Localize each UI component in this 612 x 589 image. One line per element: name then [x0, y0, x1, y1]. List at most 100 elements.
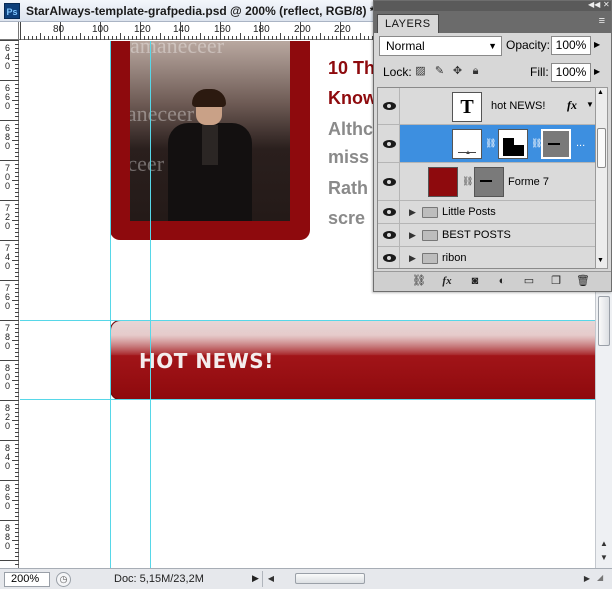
layer-row-selected[interactable]: ▲ ⛓ ⛓ ...	[378, 125, 596, 163]
article-text-line: Rath	[328, 178, 368, 198]
visibility-toggle[interactable]	[378, 125, 400, 162]
ruler-label: 0	[4, 501, 10, 511]
collapse-panel-icon[interactable]: ◀◀	[588, 0, 600, 9]
padlock-icon[interactable]: 🔒︎	[469, 64, 482, 78]
layer-thumbnail: ▲	[452, 129, 482, 159]
visibility-toggle[interactable]	[378, 247, 400, 268]
expand-group-icon[interactable]: ▶	[409, 253, 416, 264]
ruler-label: 120	[134, 24, 151, 35]
ruler-label: 0	[4, 261, 10, 271]
panel-menu-icon[interactable]: ≡	[599, 15, 605, 27]
layer-row-forme-7[interactable]: ⛓ Forme 7	[378, 163, 596, 201]
lock-brush-icon[interactable]: ✎	[433, 64, 446, 78]
article-text-line: scre	[328, 208, 366, 228]
close-panel-icon[interactable]: ✕	[603, 0, 610, 9]
fx-icon[interactable]: fx	[567, 98, 577, 113]
expand-effects-icon[interactable]: ▼	[586, 100, 594, 109]
ruler-label: 0	[4, 341, 10, 351]
expand-group-icon[interactable]: ▶	[409, 230, 416, 241]
link-icon[interactable]: ⛓	[462, 176, 473, 187]
layer-name: Little Posts	[442, 206, 496, 218]
guide-vertical[interactable]	[150, 41, 151, 568]
layer-name: ...	[576, 137, 586, 149]
visibility-toggle[interactable]	[378, 163, 400, 200]
link-icon[interactable]: ⛓	[485, 138, 496, 149]
text-layer-icon: T	[452, 92, 482, 122]
guide-vertical[interactable]	[110, 41, 111, 568]
ruler-label: 0	[4, 101, 10, 111]
layer-name: BEST POSTS	[442, 229, 511, 241]
vertical-ruler[interactable]: 640660680700720740760780800820840860880	[0, 40, 19, 568]
lock-label: Lock:	[383, 65, 412, 79]
fx-icon[interactable]: fx	[440, 275, 454, 288]
guide-horizontal[interactable]	[20, 399, 595, 400]
layer-group-ribon[interactable]: ▶ ribon	[378, 247, 596, 268]
eye-icon	[383, 140, 396, 148]
ruler-label: 0	[4, 541, 10, 551]
horizontal-scrollbar[interactable]: ◀ ▶	[262, 571, 595, 587]
scroll-up-arrow-icon[interactable]: ▲	[598, 538, 610, 550]
layers-panel: ◀◀ ✕ LAYERS ≡ Normal ▼ Opacity: 100% ▶ L…	[373, 0, 612, 292]
vector-mask-thumbnail	[474, 167, 504, 197]
blend-mode-value: Normal	[386, 39, 425, 53]
article-text-line: miss	[328, 147, 370, 167]
visibility-toggle[interactable]	[378, 88, 400, 124]
photo-backdrop-text: amaneceer	[130, 41, 225, 58]
fill-label: Fill:	[530, 65, 549, 79]
fill-field[interactable]: 100%	[551, 63, 591, 82]
expand-group-icon[interactable]: ▶	[409, 207, 416, 218]
document-size-info: Doc: 5,15M/23,2M	[114, 573, 204, 585]
adjustment-icon[interactable]: ◐	[495, 275, 509, 288]
status-menu-arrow-icon[interactable]: ▶	[252, 573, 259, 584]
tab-layers[interactable]: LAYERS	[377, 14, 439, 33]
new-group-icon[interactable]: ▭	[522, 275, 536, 288]
new-layer-icon[interactable]: ❐	[549, 275, 563, 288]
visibility-toggle[interactable]	[378, 201, 400, 223]
status-info-icon[interactable]: ◷	[56, 572, 71, 587]
ruler-origin[interactable]	[0, 22, 19, 40]
ruler-label: 160	[214, 24, 231, 35]
mask-icon[interactable]: ◙	[468, 275, 482, 288]
layers-scroll-thumb[interactable]	[597, 128, 606, 168]
hot-news-label: HOT NEWS!	[139, 349, 274, 373]
vertical-scrollbar[interactable]: ▲ ▼	[595, 290, 612, 568]
ruler-label: 0	[4, 421, 10, 431]
photoshop-app-icon: Ps	[4, 3, 20, 19]
person-shirt	[202, 125, 218, 165]
ruler-label: 0	[4, 221, 10, 231]
opacity-label: Opacity:	[506, 38, 551, 52]
ruler-label: 200	[294, 24, 311, 35]
layers-scrollbar[interactable]: ▲ ▼	[595, 87, 608, 269]
scroll-up-arrow-icon[interactable]: ▲	[597, 89, 604, 96]
layer-row-hot-news[interactable]: T hot NEWS! fx ▼	[378, 88, 596, 125]
layer-name: hot NEWS!	[491, 100, 546, 112]
vertical-scroll-thumb[interactable]	[598, 296, 610, 346]
guide-horizontal[interactable]	[20, 320, 595, 321]
scroll-down-arrow-icon[interactable]: ▼	[597, 257, 604, 264]
person-hair	[192, 89, 226, 107]
ruler-label: 0	[4, 61, 10, 71]
blend-mode-select[interactable]: Normal ▼	[379, 36, 502, 56]
layer-group-little-posts[interactable]: ▶ Little Posts	[378, 201, 596, 224]
visibility-toggle[interactable]	[378, 224, 400, 246]
ruler-label: 0	[4, 301, 10, 311]
post-photo: amaneceer amaneceer amaneceer	[130, 41, 290, 221]
ruler-label: 0	[4, 141, 10, 151]
zoom-level-field[interactable]: 200%	[4, 572, 50, 587]
lock-transparency-icon[interactable]: ▨	[414, 64, 427, 78]
trash-icon[interactable]: 🗑︎	[576, 275, 590, 288]
eye-icon	[383, 254, 396, 262]
link-layers-icon[interactable]: ⛓	[412, 275, 426, 288]
scroll-down-arrow-icon[interactable]: ▼	[598, 552, 610, 564]
resize-grip-icon[interactable]: ◢	[597, 573, 609, 585]
scroll-left-arrow-icon[interactable]: ◀	[265, 573, 277, 585]
opacity-field[interactable]: 100%	[551, 36, 591, 55]
fill-slider-arrow-icon[interactable]: ▶	[594, 67, 600, 76]
scroll-right-arrow-icon[interactable]: ▶	[581, 573, 593, 585]
opacity-slider-arrow-icon[interactable]: ▶	[594, 40, 600, 49]
horizontal-scroll-thumb[interactable]	[295, 573, 365, 584]
eye-icon	[383, 102, 396, 110]
lock-move-icon[interactable]: ✥	[451, 64, 464, 78]
eye-icon	[383, 231, 396, 239]
layer-group-best-posts[interactable]: ▶ BEST POSTS	[378, 224, 596, 247]
